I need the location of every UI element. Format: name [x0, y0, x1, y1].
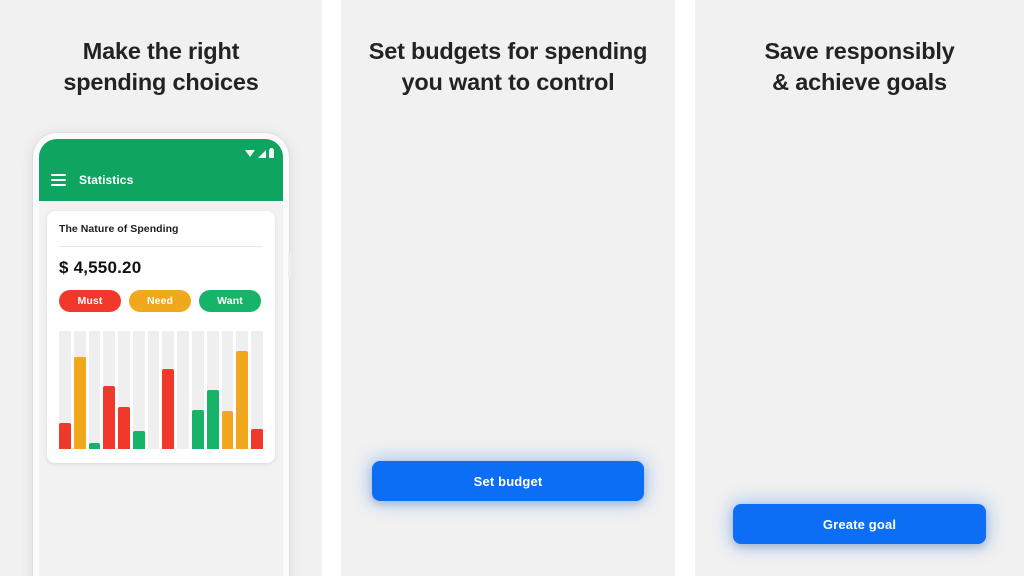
headline-line-1: Save responsibly	[764, 38, 955, 64]
screenshot-stage: Make the right spending choices Statisti…	[0, 0, 1024, 576]
chart-column	[147, 331, 160, 449]
chip-must[interactable]: Must	[59, 290, 121, 312]
chart-column	[236, 331, 249, 449]
headline-line-2: & achieve goals	[772, 69, 947, 96]
chart-column	[206, 331, 219, 449]
chart-bar	[192, 410, 204, 449]
chart-column	[88, 331, 101, 449]
chart-bar	[251, 428, 263, 449]
panel-budgets: Set budgets for spending you want to con…	[341, 0, 675, 576]
chart-bar	[162, 368, 175, 449]
set-budget-button[interactable]: Set budget	[372, 461, 644, 501]
panel-goals: Save responsibly & achieve goals Greate …	[695, 0, 1024, 576]
chart-column	[103, 331, 116, 449]
chart-bar	[132, 431, 145, 449]
card-title-1: The Nature of Spending	[59, 223, 263, 247]
chart-column	[251, 331, 263, 449]
chart-column	[59, 331, 71, 449]
chart-column	[162, 331, 175, 449]
chip-want[interactable]: Want	[199, 290, 261, 312]
chart-bar	[221, 411, 234, 449]
chip-need[interactable]: Need	[129, 290, 191, 312]
chart-bar	[73, 356, 86, 449]
headline-line-2: you want to control	[401, 69, 615, 96]
chart-bar	[206, 390, 219, 449]
spending-category-chips: Must Need Want	[59, 290, 263, 312]
wifi-icon	[245, 150, 255, 157]
headline-line-1: Set budgets for spending	[368, 38, 648, 64]
chart-bar	[59, 423, 71, 449]
chart-bar	[103, 386, 116, 449]
panel-1-headline: Make the right spending choices	[0, 36, 322, 98]
phone-screen-1: Statistics The Nature of Spending $ 4,55…	[39, 139, 283, 576]
panel-2-headline: Set budgets for spending you want to con…	[341, 36, 675, 98]
headline-line-2: spending choices	[63, 69, 259, 96]
chart-bar	[88, 443, 101, 449]
hamburger-menu-icon[interactable]	[51, 174, 66, 186]
chart-column	[177, 331, 190, 449]
chart-column	[221, 331, 234, 449]
chart-bar	[236, 351, 249, 449]
panel-divider-1	[322, 0, 341, 576]
phone-mockup-1: Statistics The Nature of Spending $ 4,55…	[33, 133, 291, 576]
total-amount: $ 4,550.20	[59, 258, 142, 277]
chart-column	[73, 331, 86, 449]
signal-icon	[258, 149, 266, 158]
phone-side-button	[288, 253, 291, 279]
panel-statistics: Make the right spending choices Statisti…	[0, 0, 322, 576]
headline-line-1: Make the right	[82, 38, 240, 64]
chart-column	[118, 331, 130, 449]
create-goal-button[interactable]: Greate goal	[733, 504, 986, 544]
chart-bar	[118, 406, 130, 449]
chart-column	[132, 331, 145, 449]
spending-bar-chart	[59, 331, 263, 449]
appbar-title-1: Statistics	[79, 173, 134, 187]
nature-of-spending-card: The Nature of Spending $ 4,550.20 Must N…	[47, 211, 275, 463]
status-bar-1	[39, 146, 283, 161]
appbar-statistics: Statistics	[39, 139, 283, 201]
chart-column	[192, 331, 204, 449]
battery-icon	[269, 147, 274, 158]
panel-3-headline: Save responsibly & achieve goals	[695, 36, 1024, 98]
panel-divider-2	[675, 0, 695, 576]
